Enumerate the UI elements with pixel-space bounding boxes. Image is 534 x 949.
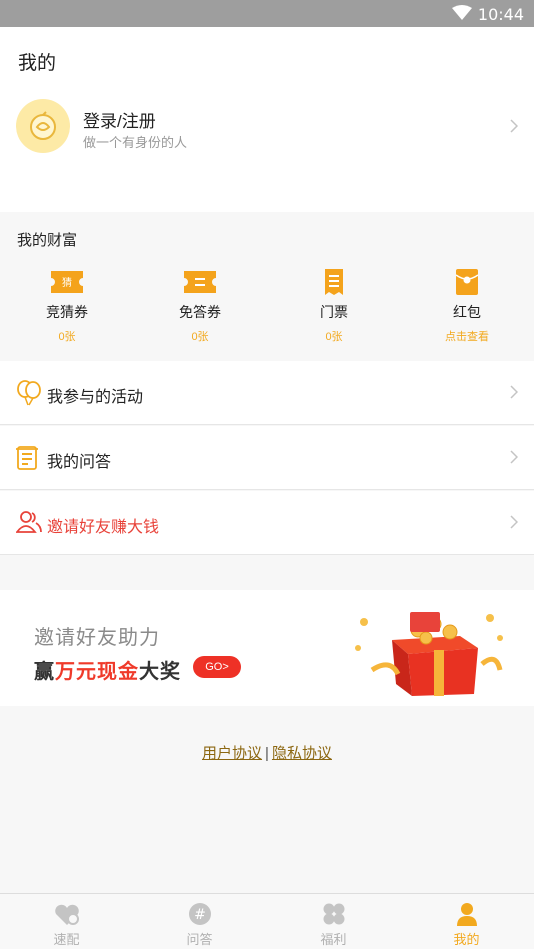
status-time: 10:44 — [477, 5, 524, 24]
svg-text:猜: 猜 — [62, 276, 72, 289]
go-button[interactable]: GO> — [193, 656, 241, 678]
chevron-right-icon — [510, 450, 519, 469]
tab-welfare[interactable]: 福利 — [267, 894, 400, 949]
bottom-tab-bar: 速配 # 问答 福利 我的 — [0, 893, 534, 949]
banner-headline: 邀请好友助力 — [34, 627, 160, 649]
login-row[interactable]: 登录/注册 做一个有身份的人 — [0, 99, 534, 159]
wealth-title: 我的财富 — [17, 232, 78, 249]
tab-match[interactable]: 速配 — [0, 894, 133, 949]
qa-document-icon — [16, 445, 38, 476]
chevron-right-icon — [510, 515, 519, 534]
balloons-icon — [16, 380, 42, 411]
gift-box-icon — [350, 608, 510, 703]
menu-item-label: 我参与的活动 — [47, 389, 144, 406]
person-icon — [400, 894, 533, 926]
admission-ticket-icon — [274, 268, 394, 296]
banner-subline: 赢万元现金大奖 — [34, 661, 181, 683]
chevron-right-icon — [510, 119, 519, 138]
wifi-icon — [452, 5, 472, 26]
profile-subtitle: 做一个有身份的人 — [83, 135, 188, 150]
invite-banner[interactable]: 邀请好友助力 赢万元现金大奖 GO> — [0, 590, 534, 706]
menu-item-invite-friends[interactable]: 邀请好友赚大钱 — [0, 491, 534, 555]
tab-label: 我的 — [453, 932, 480, 947]
invite-friends-icon — [15, 510, 42, 539]
red-packet-icon — [407, 268, 527, 296]
free-answer-ticket-icon — [140, 268, 260, 296]
tab-label: 问答 — [186, 932, 213, 947]
avatar[interactable] — [16, 99, 70, 153]
tab-label: 福利 — [320, 932, 347, 947]
privacy-policy-link[interactable]: 隐私协议 — [272, 745, 332, 762]
guess-ticket-icon: 猜 — [7, 268, 127, 296]
wealth-item-label: 竞猜券 — [46, 304, 88, 320]
svg-text:#: # — [194, 907, 206, 923]
login-register-link[interactable]: 登录/注册 — [83, 107, 156, 132]
heart-icon — [0, 894, 133, 926]
wealth-item-label: 门票 — [320, 304, 348, 320]
menu-item-label: 邀请好友赚大钱 — [47, 519, 160, 536]
chevron-right-icon — [510, 385, 519, 404]
wealth-item-admission-ticket[interactable]: 门票 0张 — [274, 268, 394, 344]
menu-item-my-qa[interactable]: 我的问答 — [0, 426, 534, 490]
clover-icon — [267, 894, 400, 926]
wealth-item-label: 红包 — [453, 304, 481, 320]
page-title: 我的 — [18, 53, 57, 74]
wealth-item-red-packet[interactable]: 红包 点击查看 — [407, 268, 527, 344]
tab-mine[interactable]: 我的 — [400, 894, 533, 949]
link-separator: | — [265, 745, 269, 762]
profile-header: 我的 登录/注册 做一个有身份的人 — [0, 27, 534, 212]
wealth-section: 我的财富 猜 竞猜券 0张 免答券 0张 门票 0张 红包 点击查看 — [0, 212, 534, 360]
hash-icon: # — [133, 894, 266, 926]
wealth-item-guess-ticket[interactable]: 猜 竞猜券 0张 — [7, 268, 127, 344]
wealth-item-value: 0张 — [191, 331, 209, 343]
wealth-item-value: 点击查看 — [445, 331, 489, 343]
agreement-links: 用户协议 | 隐私协议 — [0, 742, 534, 763]
menu-item-label: 我的问答 — [47, 454, 112, 471]
tab-label: 速配 — [53, 932, 80, 947]
wealth-item-free-answer-ticket[interactable]: 免答券 0张 — [140, 268, 260, 344]
wealth-item-value: 0张 — [325, 331, 343, 343]
melon-avatar-icon — [30, 111, 56, 140]
user-agreement-link[interactable]: 用户协议 — [202, 745, 262, 762]
tab-qa[interactable]: # 问答 — [133, 894, 266, 949]
menu-item-my-activities[interactable]: 我参与的活动 — [0, 361, 534, 425]
wealth-item-label: 免答券 — [179, 304, 221, 320]
status-bar: 10:44 — [0, 0, 534, 27]
wealth-item-value: 0张 — [58, 331, 76, 343]
